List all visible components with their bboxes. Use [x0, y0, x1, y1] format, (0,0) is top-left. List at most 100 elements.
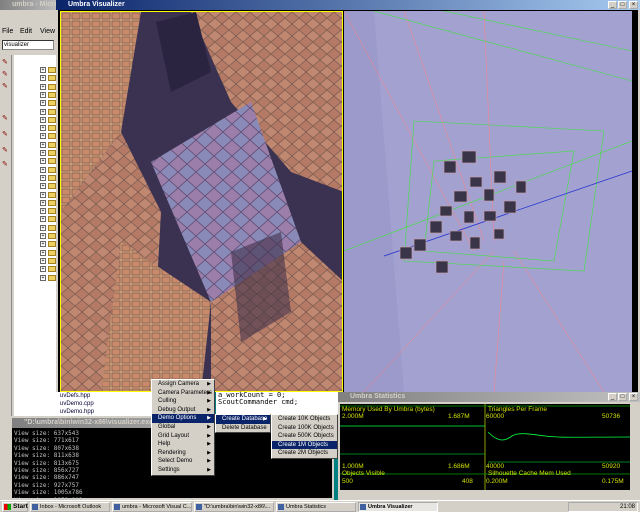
tree-expand-icon[interactable]: + — [40, 216, 46, 223]
tree-expand-icon[interactable]: + — [40, 75, 46, 82]
submenu-arrow-icon: ▶ — [207, 423, 211, 430]
menu-item-label: Help — [158, 441, 171, 448]
menu-item-label: Select Demo — [158, 458, 193, 465]
tool-icon[interactable]: ✎ — [2, 71, 10, 79]
menu-item-create-2m-objects[interactable]: Create 2M Objects — [272, 449, 337, 458]
tree-expand-icon[interactable]: + — [40, 150, 46, 156]
file-item[interactable]: uvDemo.cpp — [58, 400, 153, 408]
clock[interactable]: 21:08 — [620, 504, 635, 510]
tree-expand-icon[interactable]: + — [40, 257, 46, 264]
menu-item-create-500k-objects[interactable]: Create 500K Objects — [272, 432, 337, 441]
code-snippet: a_workCount = 0; ScoutCommander cmd; — [216, 392, 338, 414]
folder-icon — [48, 233, 56, 239]
stats-maximize-button[interactable]: □ — [618, 393, 627, 401]
tree-expand-icon[interactable]: + — [40, 233, 46, 239]
tree-expand-icon[interactable]: + — [40, 199, 46, 206]
folder-icon — [48, 150, 56, 156]
menu-item-global[interactable]: Global ▶ — [152, 423, 214, 432]
minimize-button[interactable]: _ — [608, 1, 617, 9]
menu-item-culling[interactable]: Culling ▶ — [152, 397, 214, 406]
submenu-arrow-icon: ▶ — [207, 381, 211, 387]
menu-item-grid-layout[interactable]: Grid Layout ▶ — [152, 432, 214, 441]
tree-expand-icon[interactable]: + — [40, 241, 46, 248]
objects-current: 408 — [462, 478, 473, 485]
tree-expand-icon[interactable]: + — [40, 108, 46, 115]
tool-icon[interactable]: ✎ — [2, 147, 10, 155]
menu-item-label: Culling — [158, 398, 177, 405]
tree-expand-icon[interactable]: + — [40, 191, 46, 198]
submenu-arrow-icon: ▶ — [207, 458, 211, 465]
close-button[interactable]: × — [629, 1, 638, 9]
outlook-icon — [32, 504, 38, 510]
taskbar-item-visualizer[interactable]: Umbra Visualizer — [358, 502, 438, 512]
tool-icon[interactable]: ✎ — [2, 83, 10, 91]
memory-bottom-value: 1.686M — [448, 463, 470, 470]
tree-expand-icon[interactable]: + — [40, 100, 46, 107]
demo-options-submenu: Create Database ▶ Delete Database — [215, 414, 271, 434]
project-combo[interactable]: visualizer — [2, 40, 54, 50]
menu-item-delete-database[interactable]: Delete Database — [216, 424, 270, 433]
start-button[interactable]: Start — [2, 502, 28, 512]
menu-item-rendering[interactable]: Rendering ▶ — [152, 449, 214, 458]
menu-item-camera-parameters[interactable]: Camera Parameters ▶ — [152, 389, 214, 398]
menu-item-create-10k-objects[interactable]: Create 10K Objects — [272, 415, 337, 424]
stats-minimize-button[interactable]: _ — [608, 393, 617, 401]
tool-icon[interactable]: ✎ — [2, 161, 10, 169]
menu-item-create-1m-objects[interactable]: Create 1M Objects — [272, 440, 337, 450]
console-line: View size: 927x757 — [14, 481, 80, 489]
file-item[interactable]: uvDemo.hpp — [58, 408, 153, 416]
menu-item-select-demo[interactable]: Select Demo ▶ — [152, 457, 214, 466]
taskbar-item-visual-cpp[interactable]: umbra - Microsoft Visual C... — [112, 502, 192, 512]
menu-item-create-database[interactable]: Create Database ▶ — [216, 415, 270, 424]
folder-icon — [48, 241, 56, 248]
tree-expand-icon[interactable]: + — [40, 174, 46, 181]
taskbar-item-label: umbra - Microsoft Visual C... — [122, 504, 192, 510]
tree-expand-icon[interactable]: + — [40, 224, 46, 231]
taskbar-item-console[interactable]: "D:\umbra\bin\win32-x86\... — [194, 502, 274, 512]
maximize-button[interactable]: □ — [618, 1, 627, 9]
menu-item-settings[interactable]: Settings ▶ — [152, 466, 214, 475]
top-down-viewport[interactable] — [344, 11, 632, 392]
tree-expand-icon[interactable]: + — [40, 67, 46, 73]
tree-expand-icon[interactable]: + — [40, 166, 46, 173]
tree-expand-icon[interactable]: + — [40, 274, 46, 281]
submenu-arrow-icon: ▶ — [207, 398, 211, 405]
menu-item-demo-options[interactable]: Demo Options ▶ — [152, 414, 214, 423]
file-item[interactable]: uvDefs.hpp — [58, 392, 153, 400]
menu-edit[interactable]: Edit — [20, 28, 32, 35]
tree-expand-icon[interactable]: + — [40, 141, 46, 148]
taskbar-item-outlook[interactable]: Inbox - Microsoft Outlook — [30, 502, 110, 512]
menu-file[interactable]: File — [2, 28, 13, 35]
tree-expand-icon[interactable]: + — [40, 183, 46, 190]
submenu-arrow-icon: ▶ — [263, 416, 267, 422]
camera-viewport[interactable] — [60, 11, 343, 392]
menu-item-debug-output[interactable]: Debug Output ▶ — [152, 406, 214, 415]
menu-view[interactable]: View — [40, 28, 55, 35]
tool-icon[interactable]: ✎ — [2, 59, 10, 67]
tree-expand-icon[interactable]: + — [40, 91, 46, 98]
tool-icon[interactable]: ✎ — [2, 131, 10, 139]
menu-item-label: Global — [158, 423, 176, 430]
tree-expand-icon[interactable]: + — [40, 83, 46, 90]
tree-expand-icon[interactable]: + — [40, 266, 46, 273]
tree-expand-icon[interactable]: + — [40, 249, 46, 256]
menu-item-help[interactable]: Help ▶ — [152, 440, 214, 449]
file-list: uvDefs.hpp uvDemo.cpp uvDemo.hpp — [58, 392, 153, 416]
memory-label: Memory Used By Umbra (bytes) — [342, 406, 435, 413]
menu-item-label: Create 100K Objects — [278, 424, 334, 431]
taskbar-item-statistics[interactable]: Umbra Statistics — [276, 502, 356, 512]
tree-expand-icon[interactable]: + — [40, 158, 46, 165]
tree-expand-icon[interactable]: + — [40, 208, 46, 215]
menu-item-assign-camera[interactable]: Assign Camera ▶ — [152, 380, 214, 389]
tree-expand-icon[interactable]: + — [40, 125, 46, 132]
submenu-arrow-icon: ▶ — [207, 466, 211, 473]
stats-close-button[interactable]: × — [629, 393, 638, 401]
menu-item-create-100k-objects[interactable]: Create 100K Objects — [272, 424, 337, 433]
folder-icon — [48, 174, 56, 181]
menu-item-label: Settings — [158, 466, 180, 473]
menu-item-label: Create 500K Objects — [278, 433, 334, 440]
tool-icon[interactable]: ✎ — [2, 115, 10, 123]
tree-expand-icon[interactable]: + — [40, 116, 46, 123]
tree-expand-icon[interactable]: + — [40, 133, 46, 140]
statistics-title: Umbra Statistics — [338, 392, 640, 402]
